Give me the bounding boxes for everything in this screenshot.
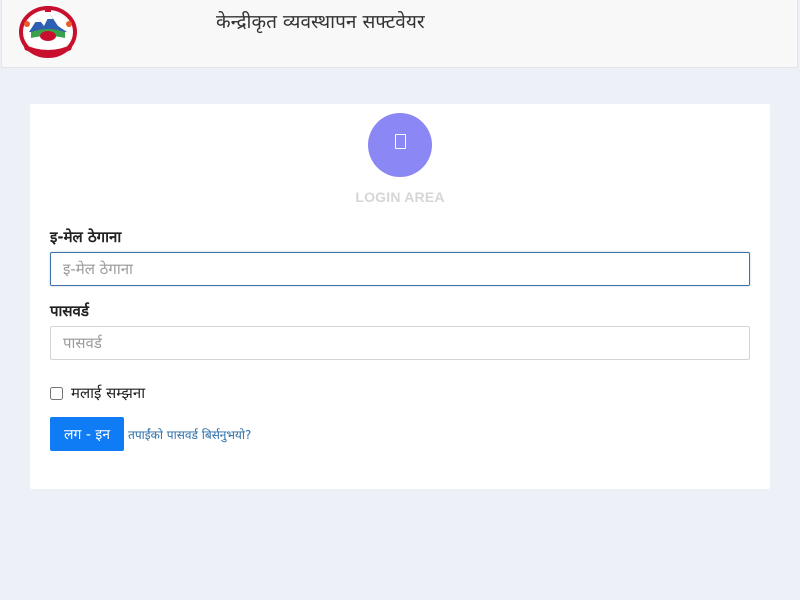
remember-me-checkbox[interactable] (50, 386, 63, 400)
user-avatar (368, 113, 432, 177)
nepal-emblem-icon (19, 6, 77, 58)
user-avatar-icon (394, 133, 406, 149)
remember-me-row[interactable]: मलाई सम्झना (50, 383, 145, 403)
password-label: पासवर्ड (50, 302, 89, 320)
remember-me-label: मलाई सम्झना (71, 384, 146, 402)
email-label: इ-मेल ठेगाना (50, 228, 122, 246)
email-input[interactable] (50, 252, 750, 286)
login-button[interactable]: लग - इन (50, 417, 124, 451)
app-title: केन्द्रीकृत व्यवस्थापन सफ्टवेयर (216, 11, 425, 33)
password-input[interactable] (50, 326, 750, 360)
login-area-title: LOGIN AREA (355, 189, 445, 205)
top-header: केन्द्रीकृत व्यवस्थापन सफ्टवेयर (1, 0, 798, 68)
forgot-password-link[interactable]: तपाईंको पासवर्ड बिर्सनुभयो? (128, 426, 251, 443)
login-card: LOGIN AREA इ-मेल ठेगाना पासवर्ड मलाई सम्… (30, 104, 770, 489)
